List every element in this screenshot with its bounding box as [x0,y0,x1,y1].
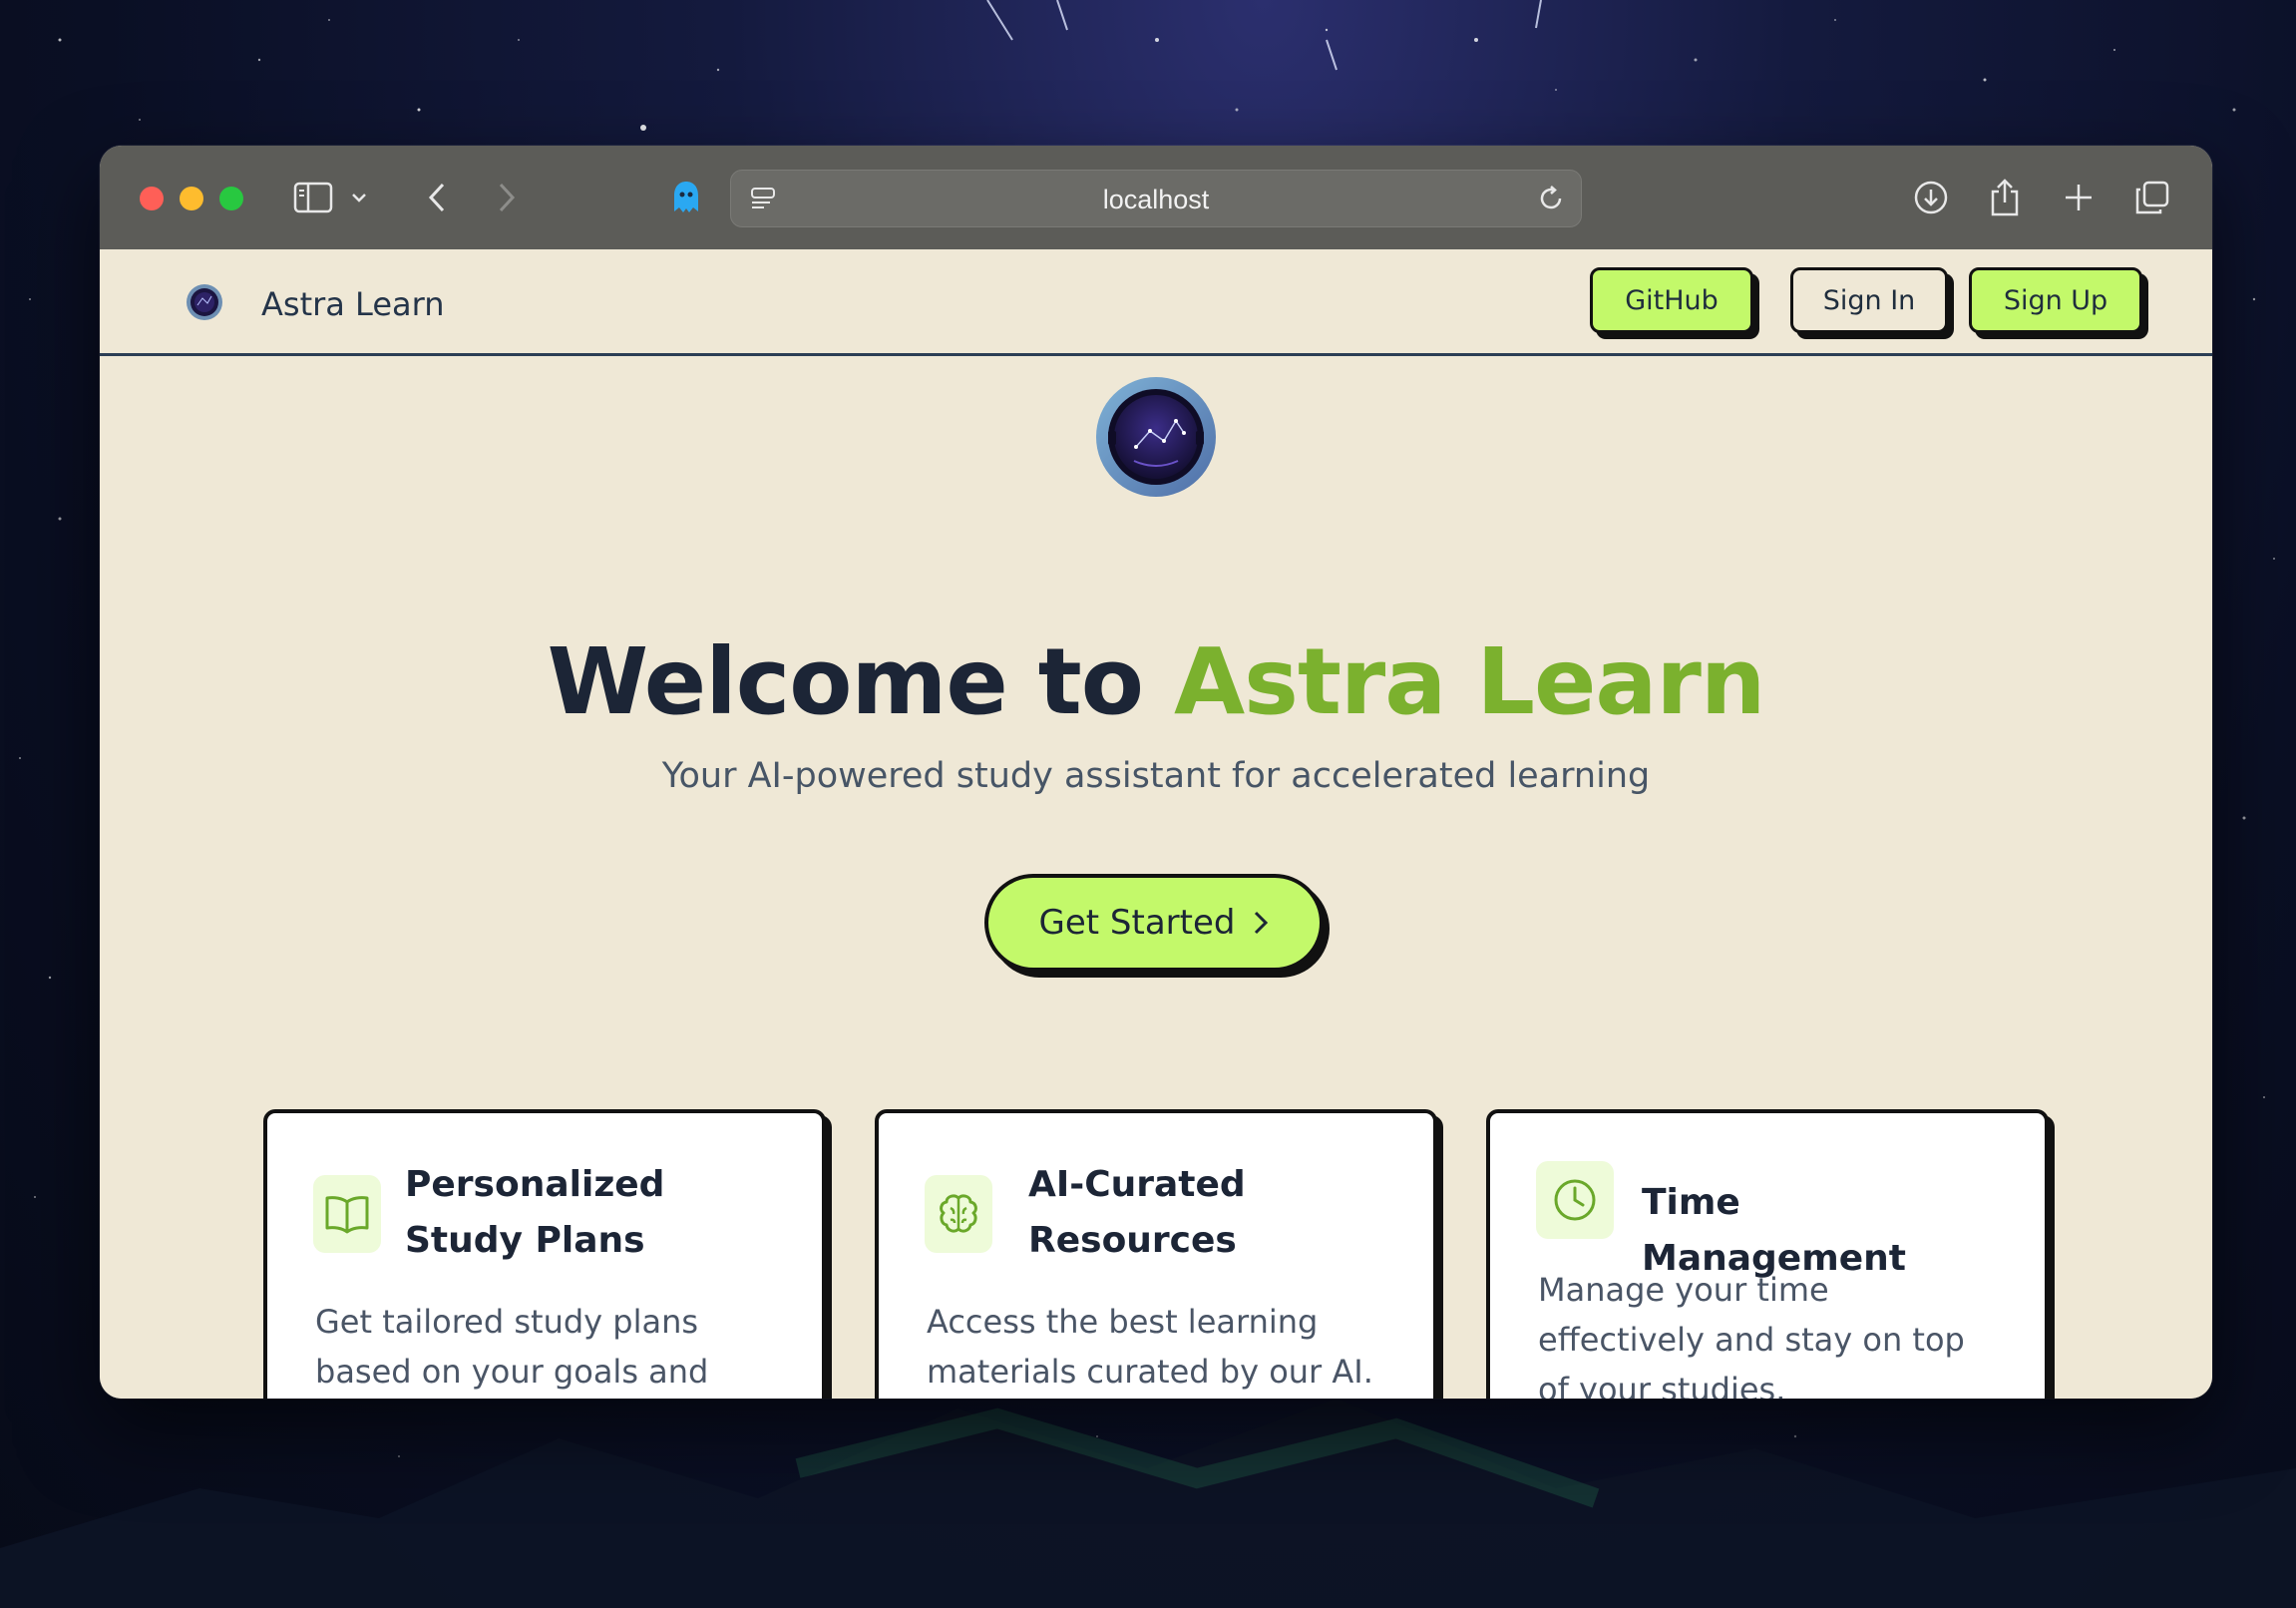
sign-in-button[interactable]: Sign In [1790,267,1948,333]
feature-card-study-plans: Personalized Study Plans Get tailored st… [263,1109,826,1399]
feature-title: AI-Curated Resources [1028,1164,1246,1261]
back-arrow-icon[interactable] [415,176,459,219]
feature-card-time-management: Time Management Manage your time effecti… [1486,1109,2049,1399]
browser-toolbar: localhost [100,146,2212,250]
hero-title-prefix: Welcome to [547,628,1174,735]
astra-hero-logo-icon [1096,377,1216,497]
tab-overview-icon[interactable] [2130,176,2174,219]
sign-up-button[interactable]: Sign Up [1969,267,2142,333]
downloads-icon[interactable] [1909,176,1953,219]
hero-title: Welcome to Astra Learn [100,628,2212,735]
clock-icon [1536,1161,1614,1239]
chevron-right-icon [1255,911,1269,935]
close-window-button[interactable] [140,187,164,210]
share-icon[interactable] [1983,176,2027,219]
brand-name[interactable]: Astra Learn [261,285,444,323]
sidebar-toggle-icon[interactable] [291,176,335,219]
web-page: Astra Learn GitHub Sign In Sign Up Welco… [100,249,2212,1399]
new-tab-icon[interactable] [2057,176,2101,219]
feature-card-ai-resources: AI-Curated Resources Access the best lea… [875,1109,1437,1399]
get-started-label: Get Started [1038,903,1236,943]
github-button[interactable]: GitHub [1590,267,1753,333]
hero-subtitle: Your AI-powered study assistant for acce… [661,756,1651,796]
browser-window: localhost Astra Learn GitHub Sign In Sig… [100,146,2212,1399]
hero-title-accent: Astra Learn [1173,628,1765,735]
get-started-button[interactable]: Get Started [984,874,1324,972]
address-bar[interactable]: localhost [730,170,1582,227]
feature-description: Access the best learning materials curat… [927,1303,1373,1391]
book-open-icon [313,1175,381,1253]
zoom-window-button[interactable] [219,187,243,210]
minimize-window-button[interactable] [180,187,203,210]
feature-description: Get tailored study plans based on your g… [315,1303,709,1391]
brain-icon [925,1175,992,1253]
site-navbar: Astra Learn GitHub Sign In Sign Up [100,249,2212,356]
chevron-down-icon[interactable] [347,176,371,219]
ghostery-extension-icon[interactable] [664,176,708,219]
feature-title: Personalized Study Plans [405,1164,665,1261]
reload-icon[interactable] [1529,177,1573,220]
astra-logo-icon[interactable] [186,283,223,321]
address-text: localhost [1102,185,1210,214]
forward-arrow-icon[interactable] [485,176,529,219]
feature-description: Manage your time effectively and stay on… [1538,1271,1965,1399]
